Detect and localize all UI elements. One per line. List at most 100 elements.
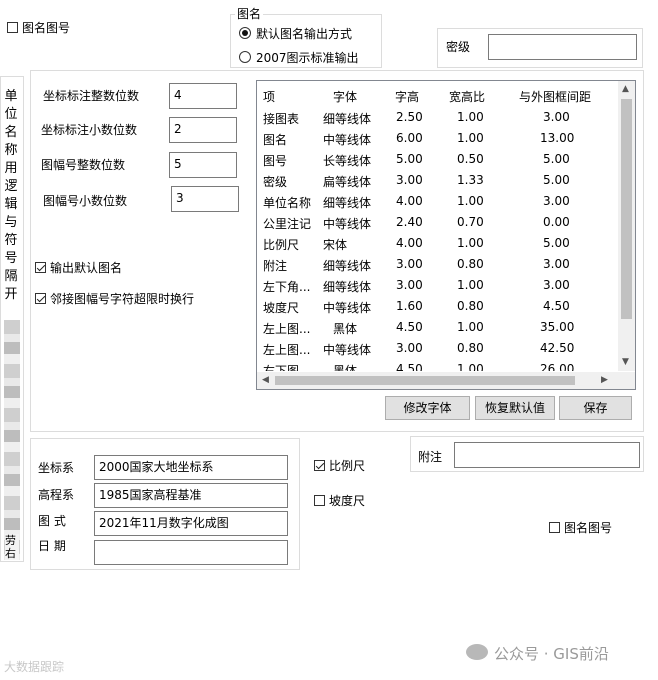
output-default-name-label: 输出默认图名 <box>50 261 123 275</box>
cell-font: 细等线体 <box>323 259 372 273</box>
cell-item: 坡度尺 <box>263 301 300 315</box>
watermark-left: 大数据跟踪 <box>4 660 65 674</box>
cell-ratio: 1.00 <box>457 236 484 250</box>
scroll-left-icon[interactable]: ◀ <box>262 375 269 385</box>
note-input[interactable] <box>454 442 640 468</box>
cell-distance: 5.00 <box>543 152 570 166</box>
note-label: 附注 <box>418 450 443 464</box>
cell-ratio: 0.80 <box>457 299 484 313</box>
save-button[interactable]: 保存 <box>559 396 632 420</box>
table-row[interactable]: 接图表 细等线体 2.50 1.00 3.00 <box>257 107 619 128</box>
slope-bar-checkbox[interactable] <box>314 495 325 506</box>
scroll-down-icon[interactable]: ▼ <box>622 357 629 367</box>
map-style-input[interactable]: 2021年11月数字化成图 <box>94 511 288 536</box>
horizontal-scroll-thumb[interactable] <box>275 376 575 385</box>
radio-2007-output-label: 2007图示标准输出 <box>256 51 359 65</box>
scroll-right-icon[interactable]: ▶ <box>601 375 608 385</box>
coord-dec-digits-input[interactable]: 2 <box>169 117 237 143</box>
cell-ratio: 1.00 <box>457 320 484 334</box>
sheet-dec-digits-input[interactable]: 3 <box>171 186 239 212</box>
table-row[interactable]: 左下角... 细等线体 3.00 1.00 3.00 <box>257 275 619 296</box>
cell-distance: 0.00 <box>543 215 570 229</box>
table-row[interactable]: 密级 扁等线体 3.00 1.33 5.00 <box>257 170 619 191</box>
cell-item: 右下图 <box>263 364 300 371</box>
cell-height: 3.00 <box>396 278 423 292</box>
cell-font: 中等线体 <box>323 133 372 147</box>
cell-item: 公里注记 <box>263 217 312 231</box>
unit-name-hint: 单位名称用逻辑与符号隔开 <box>4 89 18 302</box>
side-blurred-text: 劳右 <box>5 534 19 560</box>
table-header: 项 字体 字高 宽高比 与外图框间距 <box>257 85 619 106</box>
font-settings-table[interactable]: 项 字体 字高 宽高比 与外图框间距 接图表 细等线体 2.50 1.00 3.… <box>256 80 636 390</box>
modify-font-button[interactable]: 修改字体 <box>385 396 470 420</box>
cell-font: 细等线体 <box>323 280 372 294</box>
map-name-group-title: 图名 <box>235 5 264 22</box>
wechat-icon <box>466 644 488 660</box>
table-row[interactable]: 右下图 黑体 4.50 1.00 26.00 <box>257 359 619 371</box>
cell-distance: 5.00 <box>543 236 570 250</box>
cell-height: 2.40 <box>396 215 423 229</box>
cell-font: 中等线体 <box>323 301 372 315</box>
cell-height: 5.00 <box>396 152 423 166</box>
height-system-label: 高程系 <box>38 488 75 502</box>
slope-bar-label: 坡度尺 <box>329 494 366 508</box>
coord-dec-digits-label: 坐标标注小数位数 <box>41 123 138 137</box>
vertical-scroll-thumb[interactable] <box>621 99 632 319</box>
coord-system-input[interactable]: 2000国家大地坐标系 <box>94 455 288 480</box>
cell-distance: 3.00 <box>543 194 570 208</box>
table-row[interactable]: 单位名称 细等线体 4.00 1.00 3.00 <box>257 191 619 212</box>
adjacent-wrap-checkbox[interactable] <box>35 293 46 304</box>
table-row[interactable]: 比例尺 宋体 4.00 1.00 5.00 <box>257 233 619 254</box>
table-row[interactable]: 公里注记 中等线体 2.40 0.70 0.00 <box>257 212 619 233</box>
restore-default-button[interactable]: 恢复默认值 <box>475 396 555 420</box>
table-row[interactable]: 左上图... 黑体 4.50 1.00 35.00 <box>257 317 619 338</box>
scroll-up-icon[interactable]: ▲ <box>622 84 629 94</box>
cell-font: 细等线体 <box>323 112 372 126</box>
output-default-name-checkbox[interactable] <box>35 262 46 273</box>
cell-item: 单位名称 <box>263 196 312 210</box>
cell-font: 黑体 <box>333 364 358 371</box>
map-name-number-checkbox[interactable] <box>7 22 18 33</box>
cell-item: 左下角... <box>263 280 311 294</box>
table-vertical-scrollbar[interactable]: ▲ ▼ <box>618 81 635 371</box>
table-row[interactable]: 坡度尺 中等线体 1.60 0.80 4.50 <box>257 296 619 317</box>
cell-distance: 26.00 <box>540 362 575 371</box>
table-row[interactable]: 图名 中等线体 6.00 1.00 13.00 <box>257 128 619 149</box>
table-body: 接图表 细等线体 2.50 1.00 3.00 图名 中等线体 6.00 1.0… <box>257 107 619 371</box>
col-header-item: 项 <box>263 90 276 104</box>
table-row[interactable]: 附注 细等线体 3.00 0.80 3.00 <box>257 254 619 275</box>
adjacent-wrap-label: 邻接图幅号字符超限时换行 <box>50 292 195 306</box>
cell-ratio: 0.80 <box>457 341 484 355</box>
cell-ratio: 1.00 <box>457 194 484 208</box>
sheet-int-digits-input[interactable]: 5 <box>169 152 237 178</box>
radio-2007-output[interactable] <box>239 51 251 63</box>
table-horizontal-scrollbar[interactable]: ◀ ▶ <box>257 372 635 389</box>
coord-int-digits-input[interactable]: 4 <box>169 83 237 109</box>
map-name-number-label: 图名图号 <box>22 21 71 35</box>
table-row[interactable]: 图号 长等线体 5.00 0.50 5.00 <box>257 149 619 170</box>
cell-ratio: 1.00 <box>457 362 484 371</box>
date-label: 日 期 <box>38 539 66 553</box>
cell-distance: 4.50 <box>543 299 570 313</box>
sheet-int-digits-label: 图幅号整数位数 <box>41 158 126 172</box>
cell-height: 2.50 <box>396 110 423 124</box>
scale-bar-checkbox[interactable] <box>314 460 325 471</box>
table-row[interactable]: 左上图... 中等线体 3.00 0.80 42.50 <box>257 338 619 359</box>
cell-height: 3.00 <box>396 341 423 355</box>
watermark-right: 公众号 · GIS前沿 <box>494 645 609 663</box>
height-system-input[interactable]: 1985国家高程基准 <box>94 483 288 508</box>
cell-item: 左上图... <box>263 343 311 357</box>
cell-ratio: 1.00 <box>457 131 484 145</box>
radio-default-output[interactable] <box>239 27 251 39</box>
col-header-height: 字高 <box>395 90 420 104</box>
cell-height: 3.00 <box>396 173 423 187</box>
cell-height: 6.00 <box>396 131 423 145</box>
cell-item: 左上图... <box>263 322 311 336</box>
bottom-map-name-number-checkbox[interactable] <box>549 522 560 533</box>
cell-distance: 3.00 <box>543 278 570 292</box>
date-input[interactable] <box>94 540 288 565</box>
cell-item: 比例尺 <box>263 238 300 252</box>
scale-bar-label: 比例尺 <box>329 459 366 473</box>
secret-level-input[interactable] <box>488 34 637 60</box>
cell-font: 宋体 <box>323 238 348 252</box>
